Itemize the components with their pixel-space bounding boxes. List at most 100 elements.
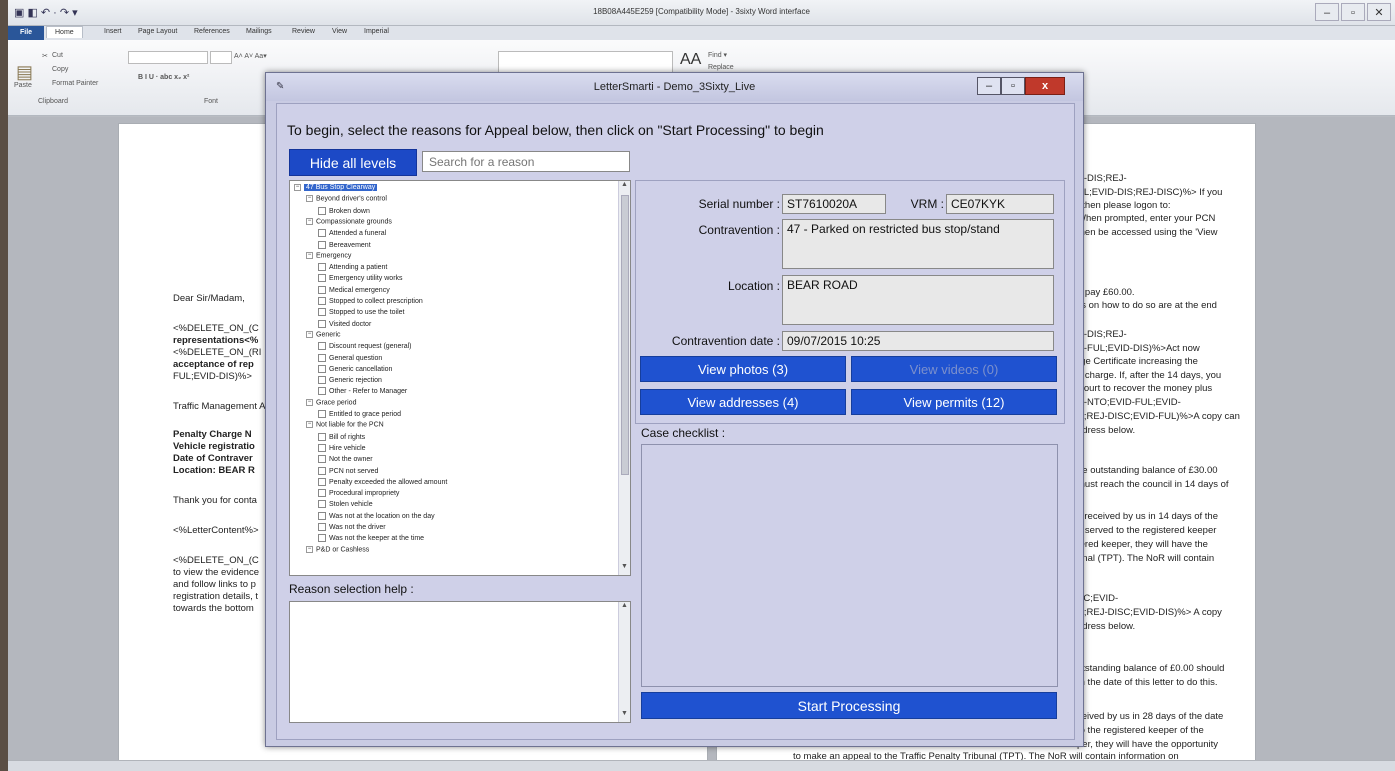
tree-item[interactable]: Generic cancellation xyxy=(318,364,392,374)
tab-home[interactable]: Home xyxy=(46,26,83,38)
tree-item[interactable]: Stolen vehicle xyxy=(318,500,373,509)
tab-references[interactable]: References xyxy=(194,28,230,35)
reason-checkbox[interactable] xyxy=(318,263,326,272)
font-name-select[interactable] xyxy=(128,51,208,64)
tree-item[interactable]: − P&D or Cashless xyxy=(306,545,369,554)
scroll-thumb[interactable] xyxy=(621,195,629,475)
start-processing-button[interactable]: Start Processing xyxy=(641,692,1057,719)
reason-checkbox[interactable] xyxy=(318,523,326,531)
reason-checkbox[interactable] xyxy=(318,534,326,543)
dialog-close-icon[interactable]: x xyxy=(1025,77,1065,95)
reason-checkbox[interactable] xyxy=(318,432,326,441)
view-addresses-button[interactable]: View addresses (4) xyxy=(640,389,846,415)
tree-item[interactable]: Not the owner xyxy=(318,455,373,464)
tree-item[interactable]: − Not liable for the PCN xyxy=(306,421,384,429)
tree-item[interactable]: Medical emergency xyxy=(318,285,390,295)
cut-label[interactable]: Cut xyxy=(52,52,63,59)
scroll-up-icon[interactable]: ▲ xyxy=(619,181,630,193)
tree-item[interactable]: Other - Refer to Manager xyxy=(318,387,407,396)
reason-checkbox[interactable] xyxy=(318,376,326,385)
help-scroll-down-icon[interactable]: ▼ xyxy=(619,710,630,722)
tree-item[interactable]: Discount request (general) xyxy=(318,342,412,351)
expand-collapse-icon[interactable]: − xyxy=(306,195,313,203)
tree-item[interactable]: Stopped to use the toilet xyxy=(318,308,405,317)
reason-checkbox[interactable] xyxy=(318,240,326,249)
tree-item[interactable]: Entitled to grace period xyxy=(318,410,401,419)
close-icon[interactable]: ✕ xyxy=(1367,3,1391,21)
copy-label[interactable]: Copy xyxy=(52,66,68,73)
tree-item[interactable]: General question xyxy=(318,353,382,363)
reason-checkbox[interactable] xyxy=(318,410,326,418)
tree-item[interactable]: Was not the keeper at the time xyxy=(318,534,424,543)
find-button[interactable]: Find ▾ xyxy=(708,51,727,59)
reason-checkbox[interactable] xyxy=(318,285,326,294)
font-format-icons[interactable]: B I U · abc x₂ x² xyxy=(138,74,189,81)
tree-item[interactable]: PCN not served xyxy=(318,466,378,476)
reason-checkbox[interactable] xyxy=(318,364,326,373)
reason-checkbox[interactable] xyxy=(318,443,326,452)
replace-button[interactable]: Replace xyxy=(708,64,734,71)
reason-checkbox[interactable] xyxy=(318,297,326,305)
minimize-icon[interactable]: – xyxy=(1315,3,1339,21)
view-videos-button[interactable]: View videos (0) xyxy=(851,356,1057,382)
expand-collapse-icon[interactable]: − xyxy=(306,421,313,429)
tab-file[interactable]: File xyxy=(8,26,44,40)
view-permits-button[interactable]: View permits (12) xyxy=(851,389,1057,415)
tab-insert[interactable]: Insert xyxy=(104,28,122,35)
tree-item[interactable]: Generic rejection xyxy=(318,376,382,385)
tree-item[interactable]: Broken down xyxy=(318,206,370,216)
help-scroll-up-icon[interactable]: ▲ xyxy=(619,602,630,614)
reason-checkbox[interactable] xyxy=(318,500,326,509)
tree-item[interactable]: Procedural impropriety xyxy=(318,489,399,498)
reason-checkbox[interactable] xyxy=(318,319,326,328)
tree-item[interactable]: Bill of rights xyxy=(318,432,365,442)
reason-checkbox[interactable] xyxy=(318,511,326,520)
dialog-maximize-icon[interactable]: ▫ xyxy=(1001,77,1025,95)
tree-item[interactable]: − Grace period xyxy=(306,398,356,407)
tree-item[interactable]: − Beyond driver's control xyxy=(306,195,387,203)
format-painter-label[interactable]: Format Painter xyxy=(52,80,98,87)
reason-checkbox[interactable] xyxy=(318,274,326,283)
tab-view[interactable]: View xyxy=(332,28,347,35)
expand-collapse-icon[interactable]: − xyxy=(306,330,313,338)
tree-item[interactable]: Stopped to collect prescription xyxy=(318,297,423,306)
restore-icon[interactable]: ▫ xyxy=(1341,3,1365,21)
expand-collapse-icon[interactable]: − xyxy=(306,545,313,553)
tree-item[interactable]: − Emergency xyxy=(306,251,351,260)
paste-icon[interactable]: ▤ xyxy=(16,62,33,83)
dialog-minimize-icon[interactable]: – xyxy=(977,77,1001,95)
change-styles-icon[interactable]: AA xyxy=(680,51,701,69)
reason-checkbox[interactable] xyxy=(318,342,326,351)
tree-item[interactable]: Emergency utility works xyxy=(318,274,403,283)
reason-checkbox[interactable] xyxy=(318,387,326,396)
tab-imperial[interactable]: Imperial xyxy=(364,28,389,35)
font-grow-icons[interactable]: A˄ A˅ Aa▾ xyxy=(234,52,267,60)
reason-search-input[interactable] xyxy=(422,151,630,172)
tree-item[interactable]: Was not at the location on the day xyxy=(318,511,435,521)
tree-scrollbar[interactable]: ▲ ▼ xyxy=(618,181,630,575)
tree-item[interactable]: Was not the driver xyxy=(318,523,386,532)
expand-collapse-icon[interactable]: − xyxy=(294,184,301,191)
expand-collapse-icon[interactable]: − xyxy=(306,217,313,225)
tree-item[interactable]: Attended a funeral xyxy=(318,229,386,238)
reason-checkbox[interactable] xyxy=(318,353,326,362)
tree-item[interactable]: −47 Bus Stop Clearway xyxy=(294,184,378,192)
tab-review[interactable]: Review xyxy=(292,28,315,35)
tree-item[interactable]: Visited doctor xyxy=(318,319,371,329)
tree-item[interactable]: Attending a patient xyxy=(318,263,387,272)
reason-checkbox[interactable] xyxy=(318,466,326,475)
reason-checkbox[interactable] xyxy=(318,206,326,215)
reason-checkbox[interactable] xyxy=(318,455,326,464)
paste-label[interactable]: Paste xyxy=(14,82,32,89)
cut-icon[interactable]: ✂ xyxy=(42,52,48,60)
expand-collapse-icon[interactable]: − xyxy=(306,251,313,259)
tree-item[interactable]: − Generic xyxy=(306,330,341,339)
tab-page-layout[interactable]: Page Layout xyxy=(138,28,177,35)
tree-item[interactable]: Bereavement xyxy=(318,240,371,250)
tree-item[interactable]: − Compassionate grounds xyxy=(306,217,392,226)
scroll-down-icon[interactable]: ▼ xyxy=(619,563,630,575)
help-scrollbar[interactable]: ▲ ▼ xyxy=(618,602,630,722)
tree-item[interactable]: Hire vehicle xyxy=(318,443,366,453)
dialog-titlebar[interactable]: ✎ LetterSmarti - Demo_3Sixty_Live – ▫ x xyxy=(266,73,1083,101)
tab-mailings[interactable]: Mailings xyxy=(246,28,272,35)
